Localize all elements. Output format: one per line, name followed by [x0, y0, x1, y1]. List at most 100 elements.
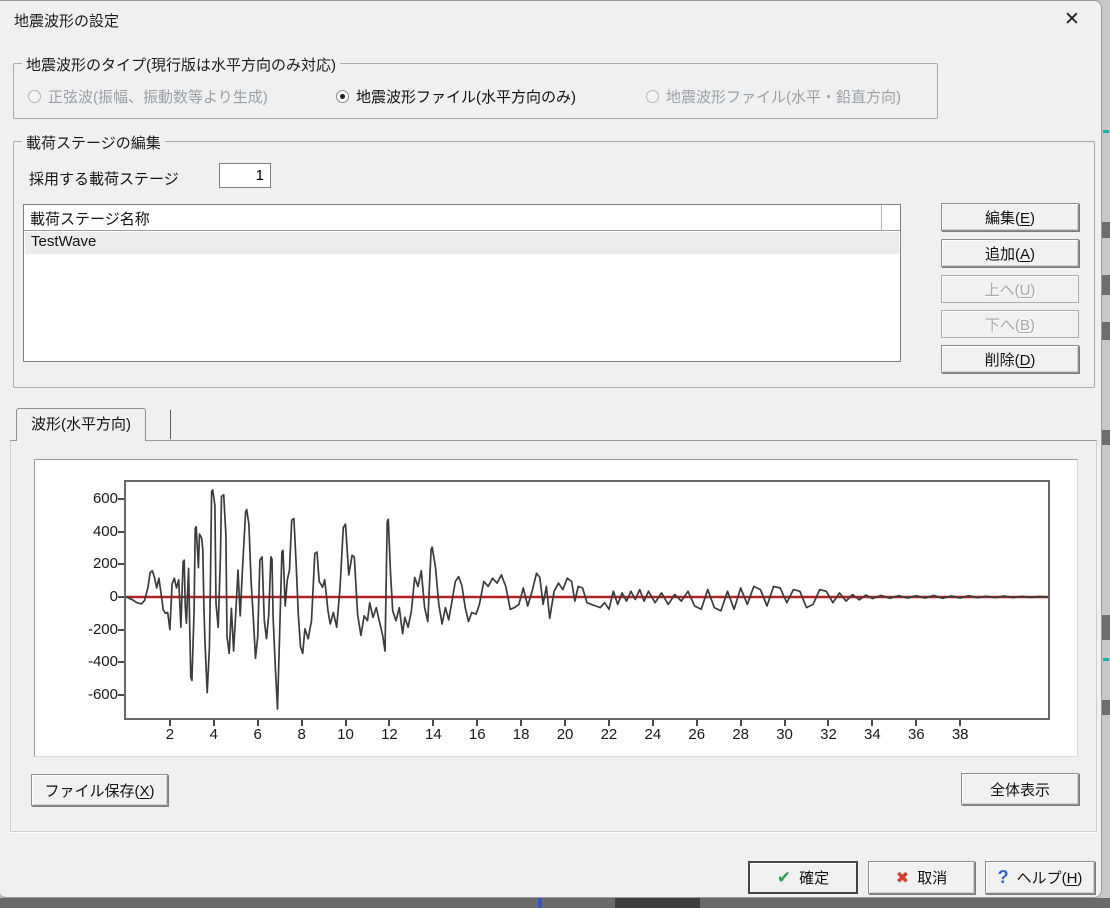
- y-tick-label: -600: [87, 686, 118, 704]
- ok-button[interactable]: ✔ 確定: [748, 861, 858, 894]
- edit-button[interactable]: 編集(E): [941, 203, 1079, 231]
- waveform-chart-panel: 600 400 200 0 -200 -400 -600 2 4 6 8 10 12 14 16 18 20 2…: [34, 459, 1078, 757]
- delete-button[interactable]: 削除(D): [941, 345, 1079, 373]
- save-file-button[interactable]: ファイル保存(X): [31, 774, 168, 806]
- edit-button-label-end: ): [1030, 209, 1035, 227]
- x-tick-label: 36: [907, 726, 925, 743]
- save-file-mnemonic: X: [139, 782, 150, 800]
- x-tick-mark: [520, 720, 523, 726]
- x-tick-label: 24: [644, 726, 662, 743]
- x-tick-mark: [651, 720, 654, 726]
- move-up-button: 上へ(U): [941, 275, 1079, 303]
- adopted-stage-input[interactable]: [219, 163, 271, 188]
- move-up-button-label-end: ): [1030, 281, 1036, 299]
- add-button[interactable]: 追加(A): [941, 239, 1079, 267]
- y-tick-label: 0: [109, 588, 118, 605]
- move-up-button-label: 上へ(: [984, 281, 1020, 299]
- x-tick-label: 10: [337, 726, 354, 743]
- waveform-svg: [126, 489, 1048, 710]
- waveform-type-group-title: 地震波形のタイプ(現行版は水平方向のみ対応): [22, 54, 340, 75]
- x-tick-mark: [695, 720, 698, 726]
- cross-icon: ✖: [895, 869, 910, 887]
- save-file-label: ファイル保存(: [44, 782, 140, 800]
- tab-strip-divider: [170, 410, 171, 439]
- move-down-button-label: 下へ(: [984, 316, 1020, 334]
- check-icon: ✔: [776, 867, 792, 887]
- x-tick-mark: [432, 720, 435, 726]
- stage-list-item[interactable]: TestWave: [25, 232, 899, 254]
- radio-option-label: 正弦波(振幅、振動数等より生成): [48, 89, 268, 106]
- radio-option-2: 地震波形ファイル(水平・鉛直方向): [646, 86, 901, 107]
- y-tick-label: 200: [92, 555, 118, 573]
- radio-option-1[interactable]: 地震波形ファイル(水平方向のみ): [336, 86, 576, 107]
- x-tick-mark: [739, 720, 742, 726]
- radio-option-label: 地震波形ファイル(水平・鉛直方向): [666, 89, 901, 106]
- x-tick-label: 32: [820, 726, 837, 743]
- move-down-button: 下へ(B): [941, 310, 1079, 338]
- y-tick-mark: [118, 596, 124, 598]
- y-tick-mark: [118, 661, 124, 664]
- dialog-seismic-waveform-settings: 地震波形の設定 ✕ 地震波形のタイプ(現行版は水平方向のみ対応) 正弦波(振幅、…: [0, 0, 1102, 898]
- stage-list-header-label: 載荷ステージ名称: [30, 211, 150, 228]
- x-tick-mark: [564, 720, 567, 726]
- y-tick-mark: [118, 694, 124, 697]
- help-button[interactable]: ? ヘルプ(H): [985, 861, 1095, 894]
- y-tick-mark: [118, 530, 124, 533]
- loading-stage-group-title: 載荷ステージの編集: [22, 132, 165, 153]
- y-tick-label: -200: [87, 620, 118, 638]
- y-tick-label: 600: [92, 489, 118, 507]
- x-tick-label: 30: [776, 726, 793, 743]
- waveform-trace: [126, 489, 1048, 710]
- x-tick-label: 6: [253, 726, 262, 743]
- y-tick-mark: [118, 628, 124, 631]
- x-tick-label: 8: [297, 726, 306, 743]
- delete-button-label: 削除(: [984, 351, 1020, 369]
- x-tick-label: 28: [732, 726, 749, 743]
- x-tick-label: 26: [688, 726, 706, 743]
- close-icon: ✕: [1064, 9, 1080, 30]
- x-tick-mark: [212, 720, 215, 726]
- radio-option-0: 正弦波(振幅、振動数等より生成): [28, 86, 268, 107]
- tab-waveform-horizontal[interactable]: 波形(水平方向): [16, 408, 146, 441]
- y-tick-mark: [118, 563, 124, 566]
- x-tick-mark: [344, 720, 347, 726]
- move-down-button-mnemonic: B: [1019, 316, 1030, 334]
- cancel-label: 取消: [917, 870, 948, 887]
- waveform-tab-page: 600 400 200 0 -200 -400 -600 2 4 6 8 10 12 14 16 18 20 2…: [10, 440, 1097, 832]
- x-tick-mark: [959, 720, 962, 726]
- x-tick-label: 20: [556, 726, 574, 743]
- x-tick-label: 2: [165, 726, 175, 743]
- dialog-title: 地震波形の設定: [14, 13, 120, 30]
- edit-button-mnemonic: E: [1019, 209, 1030, 227]
- cancel-button[interactable]: ✖ 取消: [868, 861, 975, 894]
- show-all-button[interactable]: 全体表示: [961, 773, 1079, 805]
- delete-button-label-end: ): [1030, 351, 1036, 369]
- save-file-label-end: ): [149, 782, 155, 800]
- waveform-plot: [124, 480, 1050, 720]
- background-window-bottom-strip: [0, 898, 1110, 908]
- x-tick-label: 34: [864, 726, 881, 743]
- tab-waveform-label: 波形(水平方向): [31, 416, 131, 433]
- add-button-label: 追加(: [984, 245, 1020, 263]
- close-button[interactable]: ✕: [1053, 6, 1091, 34]
- add-button-mnemonic: A: [1019, 245, 1030, 263]
- loading-stage-group: 載荷ステージの編集 採用する載荷ステージ 載荷ステージ名称 TestWave 編…: [13, 132, 1095, 388]
- adopted-stage-label: 採用する載荷ステージ: [29, 171, 179, 188]
- x-tick-mark: [388, 720, 391, 726]
- x-tick-label: 14: [424, 726, 442, 743]
- add-button-label-end: ): [1030, 245, 1035, 263]
- stage-list-header: 載荷ステージ名称: [24, 205, 900, 231]
- x-tick-label: 22: [600, 726, 618, 743]
- x-tick-mark: [871, 720, 874, 726]
- title-bar: 地震波形の設定 ✕: [0, 1, 1101, 39]
- move-up-button-mnemonic: U: [1019, 281, 1031, 299]
- ok-label: 確定: [799, 870, 830, 887]
- question-icon: ?: [997, 867, 1009, 887]
- radio-circle-icon: [646, 90, 659, 103]
- x-tick-label: 16: [468, 726, 486, 743]
- delete-button-mnemonic: D: [1019, 351, 1031, 369]
- x-tick-mark: [607, 720, 610, 726]
- x-tick-mark: [827, 720, 830, 726]
- radio-option-label: 地震波形ファイル(水平方向のみ): [356, 89, 576, 106]
- radio-circle-icon: [28, 90, 41, 103]
